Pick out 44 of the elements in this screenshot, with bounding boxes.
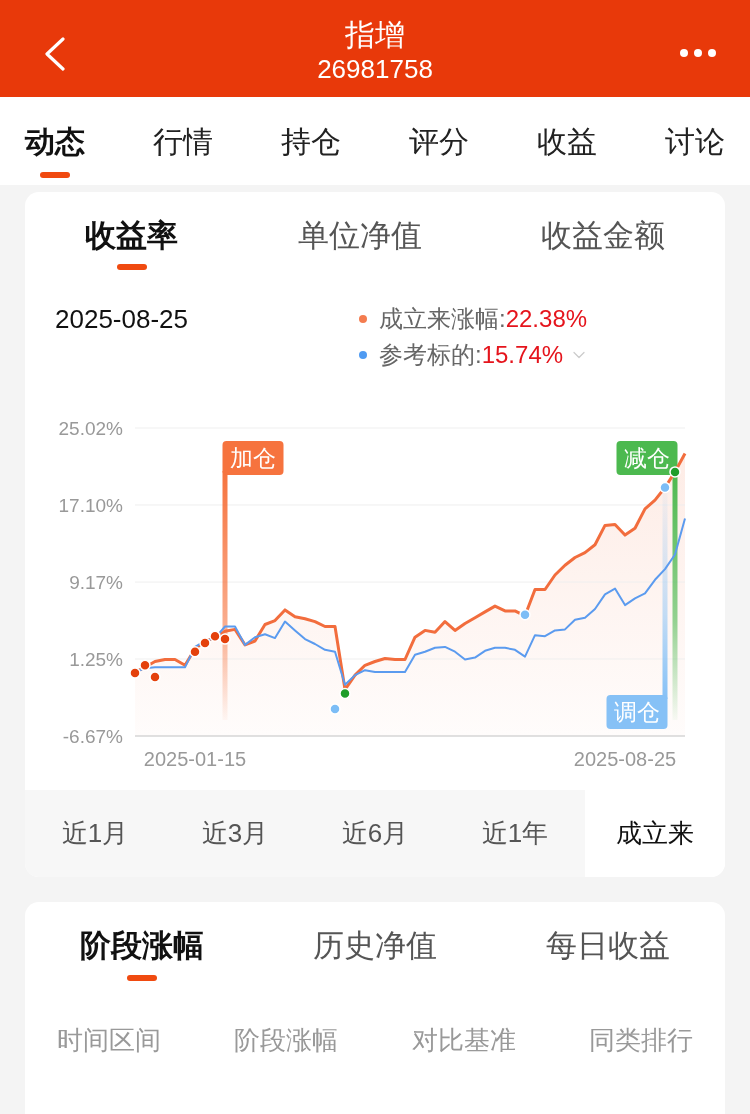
more-icon	[680, 49, 716, 57]
stage-tab[interactable]: 历史净值	[258, 924, 492, 981]
stage-tab[interactable]: 阶段涨幅	[25, 924, 259, 981]
fund-title: 指增	[345, 17, 405, 53]
chart-date: 2025-08-25	[55, 303, 189, 336]
annotation: 加仓	[230, 445, 276, 471]
chart-tab[interactable]: 收益金额	[541, 214, 665, 270]
nav-tab[interactable]: 动态	[25, 97, 85, 185]
period-tab[interactable]: 近3月	[165, 790, 305, 877]
flag-label: 加仓	[222, 441, 284, 475]
stage-tab[interactable]: 每日收益	[491, 924, 725, 981]
annotation: 减仓	[624, 445, 670, 471]
x-axis-label: 2025-01-15	[143, 748, 247, 770]
annotation: 调仓	[614, 699, 660, 725]
period-tab[interactable]: 近6月	[305, 790, 445, 877]
legend-value: 22.38%	[505, 304, 588, 334]
back-icon	[44, 37, 66, 71]
chart-tab[interactable]: 单位净值	[297, 214, 422, 270]
column-header: 时间区间	[57, 1024, 161, 1057]
y-axis-label: 9.17%	[69, 572, 123, 594]
fund-code: 26981758	[317, 54, 433, 84]
x-axis-label: 2025-08-25	[573, 748, 677, 770]
y-axis-label: 25.02%	[58, 418, 123, 439]
nav-tab[interactable]: 行情	[153, 97, 213, 185]
y-axis-label: 1.25%	[69, 649, 123, 670]
chart-tab[interactable]: 收益率	[85, 214, 178, 270]
more-button[interactable]	[680, 49, 716, 57]
legend-label: 成立来涨幅:	[379, 304, 506, 334]
back-button[interactable]	[44, 37, 66, 71]
nav-tab[interactable]: 收益	[537, 97, 597, 185]
nav-tab[interactable]: 评分	[409, 97, 469, 185]
column-header: 阶段涨幅	[234, 1024, 339, 1057]
column-header: 同类排行	[589, 1024, 693, 1057]
nav-tab[interactable]: 讨论	[665, 97, 725, 185]
y-axis-label: 17.10%	[58, 495, 123, 516]
column-header: 对比基准	[411, 1024, 516, 1057]
flag-label: 调仓	[606, 695, 668, 729]
legend-label: 参考标的:	[379, 340, 482, 370]
flag-label: 减仓	[616, 441, 678, 475]
period-tab[interactable]: 近1年	[445, 790, 585, 877]
legend-value: 15.74%	[481, 340, 564, 370]
nav-tab[interactable]: 持仓	[281, 97, 341, 185]
y-axis-label: -6.67%	[62, 726, 123, 747]
period-tab[interactable]: 近1月	[25, 790, 165, 877]
